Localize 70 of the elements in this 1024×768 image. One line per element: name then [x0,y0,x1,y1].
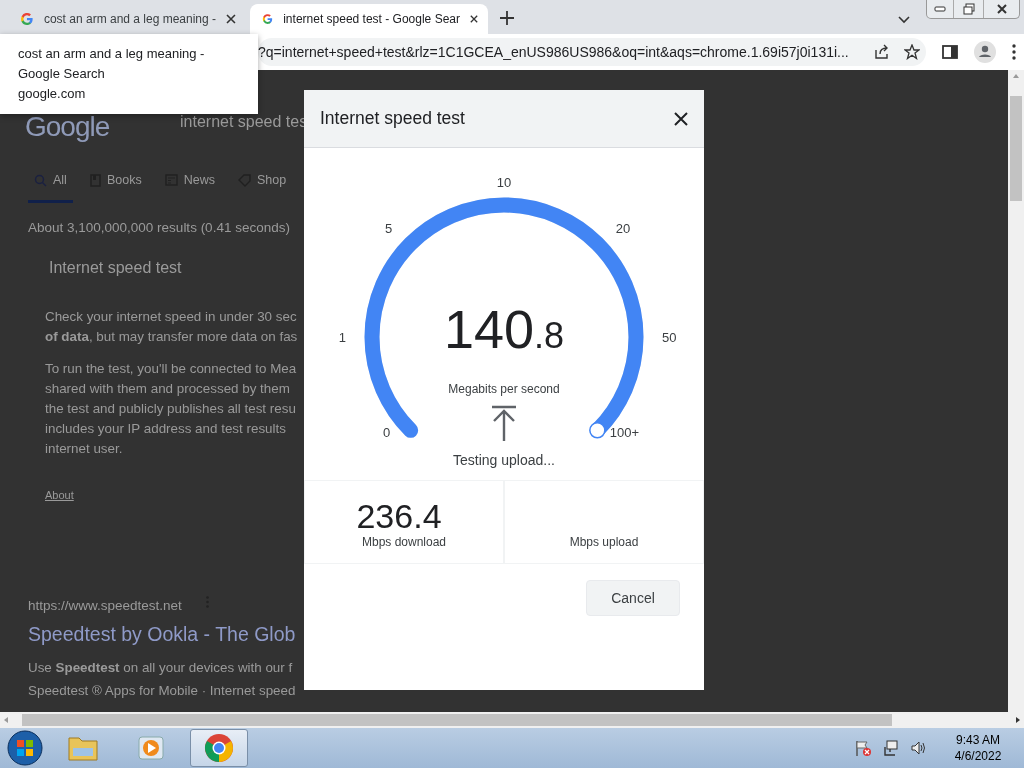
card-title: Internet speed test [49,258,183,278]
chrome-icon [204,733,234,763]
close-icon[interactable] [995,4,1008,14]
restore-icon[interactable] [962,3,975,15]
speed-label: Mbps upload [569,534,639,551]
scale-label: 5 [385,220,393,236]
search-icon [34,173,47,187]
search-tab[interactable]: All [28,170,73,203]
search-tab[interactable]: Shop [231,170,293,203]
close-icon[interactable] [470,14,478,24]
result-stats: About 3,100,000,000 results (0.41 seconds) [28,219,290,237]
result-snippet: Speedtest ® Apps for Mobile · Internet speed [28,681,296,700]
search-tab[interactable]: News [158,170,221,203]
browser-tab[interactable]: cost an arm and a leg meaning - [8,4,246,34]
g-logo-icon [262,12,274,26]
side-panel-icon[interactable] [942,44,958,60]
close-icon[interactable] [226,14,236,24]
flag-error-icon[interactable] [854,739,872,757]
speed-reading: 140.8 [443,302,565,356]
scale-label: 50 [662,330,677,345]
scale-label: 1 [338,330,346,345]
description-text: Check your internet speed in under 30 sec [45,308,298,327]
browser-tab[interactable]: internet speed test - Google Sear [250,4,488,34]
minimize-icon[interactable] [934,6,946,12]
description-text: of data, but may transfer more data on fas [45,328,299,347]
result-url: https://www.speedtest.net [28,597,182,615]
description-text: internet user. [45,440,124,459]
menu-icon[interactable] [1012,44,1016,60]
media-player-icon [137,734,165,762]
share-icon[interactable] [874,44,890,60]
status-text: Testing upload... [452,451,556,470]
folder-icon [67,734,99,762]
tooltip-domain: google.com [18,85,87,103]
start-button-icon[interactable] [6,729,44,767]
new-tab-icon[interactable] [500,11,514,25]
speaker-icon[interactable] [910,739,928,757]
clock[interactable]: 9:43 AM 4/6/2022 [938,731,1018,765]
network-icon[interactable] [882,739,900,757]
scale-label: 20 [615,220,631,236]
star-icon[interactable] [904,44,920,60]
clock-date: 4/6/2022 [953,748,1003,765]
scrollbar-thumb[interactable] [1010,96,1022,201]
profile-icon[interactable] [974,41,996,63]
cancel-button[interactable]: Cancel [586,580,680,616]
result-title-link[interactable]: Speedtest by Ookla - The Glob [28,620,296,650]
google-logo: Google [25,110,110,144]
speed-label: Mbps download [361,534,447,551]
dialog-title: Internet speed test [320,108,465,129]
description-text: To run the test, you'll be connected to Mea [45,360,298,379]
taskbar-app[interactable] [190,729,248,767]
upload-arrow-icon [491,405,517,441]
description-text: shared with them and processed by them [45,380,291,399]
description-text: the test and publicly publishes all test resu [45,400,297,419]
description-text: includes your IP address and test results [45,420,287,439]
scroll-right-icon[interactable] [1014,714,1022,726]
close-icon[interactable] [674,111,688,126]
speed-value: 236.4 [356,499,442,533]
scale-label: 10 [496,175,512,191]
gauge-thumb [589,422,606,439]
chevron-down-icon[interactable] [898,16,910,24]
search-tab[interactable]: Books [83,170,148,203]
clock-time: 9:43 AM [955,731,1001,748]
address-bar[interactable]: ?q=internet+speed+test&rlz=1C1GCEA_enUS986US986&oq=int&aqs=chrome.1.69i57j0i131i... [258,38,926,66]
about-link[interactable]: About [45,487,74,504]
scrollbar-thumb[interactable] [22,714,892,726]
unit-label: Megabits per second [447,381,561,398]
scale-label: 0 [383,425,391,441]
scale-label: 100+ [609,425,639,441]
g-logo-icon [20,12,34,26]
result-snippet: Use Speedtest on all your devices with our f [28,658,294,677]
